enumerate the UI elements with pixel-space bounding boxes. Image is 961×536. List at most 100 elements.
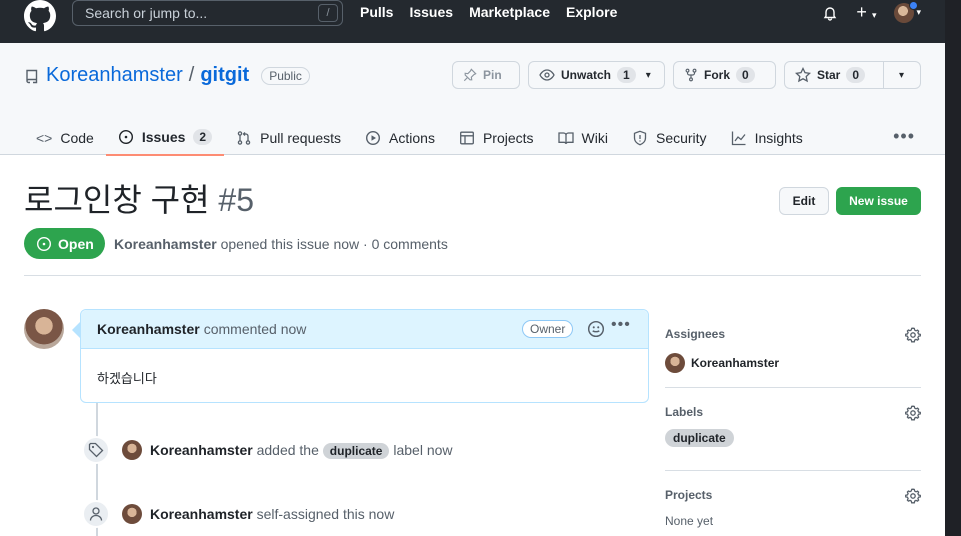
star-button[interactable]: Star 0 ▾: [784, 61, 921, 89]
label-chip[interactable]: duplicate: [322, 443, 390, 459]
nav-pulls[interactable]: Pulls: [360, 4, 393, 20]
repo-name-link[interactable]: gitgit: [200, 64, 249, 87]
star-label: Star: [817, 68, 841, 82]
sidebar-divider: [665, 470, 921, 471]
search-shortcut-key: /: [318, 4, 338, 22]
tab-actions[interactable]: Actions: [353, 120, 447, 156]
fork-label: Fork: [704, 68, 731, 82]
sidebar-labels: Labels duplicate: [665, 405, 921, 447]
unwatch-label: Unwatch: [561, 68, 612, 82]
tag-icon: [82, 436, 110, 464]
assignee-item[interactable]: Koreanhamster: [665, 353, 921, 373]
gear-icon[interactable]: [905, 327, 921, 343]
issue-opened-icon: [118, 129, 133, 145]
repo-tabs: <> Code Issues 2 Pull requests Actions P…: [24, 120, 815, 156]
avatar: [665, 353, 685, 373]
avatar[interactable]: [24, 309, 64, 349]
comment-body: 하겠습니다: [97, 371, 157, 386]
edit-button[interactable]: Edit: [779, 187, 829, 215]
issue-opened-icon: [36, 236, 52, 251]
issue-title: 로그인창 구현 #5: [24, 180, 254, 220]
comment-action: commented now: [203, 321, 307, 337]
tab-label: Security: [655, 130, 707, 146]
smiley-icon[interactable]: [587, 320, 605, 338]
avatar[interactable]: [122, 440, 142, 460]
github-logo-icon[interactable]: [24, 0, 56, 32]
tab-wiki[interactable]: Wiki: [546, 120, 620, 156]
repo-separator: /: [188, 64, 195, 86]
search-input[interactable]: Search or jump to... /: [72, 0, 343, 26]
fork-count: 0: [736, 67, 755, 83]
gear-icon[interactable]: [905, 488, 921, 504]
issues-count: 2: [193, 129, 213, 145]
search-placeholder: Search or jump to...: [85, 5, 208, 21]
projects-value: None yet: [665, 514, 714, 528]
window-edge: [945, 0, 961, 536]
tab-label: Wiki: [581, 130, 608, 146]
new-issue-button[interactable]: New issue: [836, 187, 921, 215]
play-icon: [366, 130, 381, 146]
label-chip[interactable]: duplicate: [665, 429, 734, 447]
caret-down-icon: ▾: [871, 10, 877, 20]
tab-label: Actions: [389, 130, 435, 146]
comment-box: Koreanhamster commented now Owner ••• 하겠…: [80, 309, 649, 403]
nav-explore[interactable]: Explore: [566, 4, 617, 20]
header-actions: + ▾ ▾: [822, 0, 921, 23]
comment-caret: [72, 322, 80, 338]
pin-icon: [463, 68, 477, 82]
avatar[interactable]: [122, 504, 142, 524]
watch-count: 1: [617, 67, 636, 83]
fork-button[interactable]: Fork 0: [673, 61, 776, 89]
kebab-horizontal-icon[interactable]: •••: [611, 316, 631, 334]
tab-code[interactable]: <> Code: [24, 120, 106, 156]
caret-down-icon: ▾: [916, 7, 921, 17]
plus-icon: +: [856, 2, 867, 22]
eye-icon: [539, 69, 555, 81]
table-icon: [460, 131, 474, 145]
event-author-link[interactable]: Koreanhamster: [150, 506, 253, 522]
book-icon: [557, 132, 574, 145]
issue-number: #5: [218, 182, 255, 218]
timeline-event-assigned: Koreanhamster self-assigned this now: [82, 500, 394, 528]
star-count: 0: [846, 67, 866, 83]
sidebar-title: Labels: [665, 405, 704, 419]
nav-issues[interactable]: Issues: [409, 4, 453, 20]
issue-author-link[interactable]: Koreanhamster: [114, 236, 217, 252]
issue-meta-text: opened this issue now · 0 comments: [220, 236, 448, 252]
global-header: Search or jump to... / Pulls Issues Mark…: [0, 0, 945, 43]
event-author-link[interactable]: Koreanhamster: [150, 442, 253, 458]
user-menu-button[interactable]: ▾: [894, 0, 921, 23]
issue-title-text: 로그인창 구현: [24, 182, 210, 218]
tab-security[interactable]: Security: [620, 120, 719, 156]
event-text: self-assigned this now: [256, 506, 395, 522]
sidebar-assignees: Assignees Koreanhamster: [665, 327, 921, 373]
repo-owner-link[interactable]: Koreanhamster: [46, 64, 183, 87]
tab-projects[interactable]: Projects: [447, 120, 546, 156]
caret-down-icon[interactable]: ▾: [899, 70, 904, 81]
visibility-badge: Public: [261, 66, 310, 85]
state-badge-open: Open: [24, 228, 105, 259]
caret-down-icon: ▾: [645, 69, 651, 81]
tab-pull-requests[interactable]: Pull requests: [224, 120, 353, 156]
bell-icon[interactable]: [822, 5, 838, 21]
graph-icon: [731, 131, 746, 146]
owner-badge: Owner: [522, 320, 574, 338]
tab-issues[interactable]: Issues 2: [105, 120, 225, 156]
pin-button[interactable]: Pin: [452, 61, 520, 89]
star-icon: [795, 67, 811, 83]
issue-meta: Koreanhamster opened this issue now · 0 …: [114, 236, 448, 252]
event-text: label now: [393, 442, 453, 458]
create-new-button[interactable]: + ▾: [856, 2, 876, 23]
kebab-horizontal-icon[interactable]: •••: [893, 126, 915, 147]
person-icon: [82, 500, 110, 528]
timeline-event-labeled: Koreanhamster added the duplicate label …: [82, 436, 453, 464]
comment-author-link[interactable]: Koreanhamster: [97, 321, 200, 337]
state-label: Open: [58, 235, 94, 252]
nav-marketplace[interactable]: Marketplace: [469, 4, 550, 20]
fork-icon: [685, 68, 697, 82]
sidebar-projects: Projects None yet: [665, 488, 921, 528]
unwatch-button[interactable]: Unwatch 1 ▾: [528, 61, 665, 89]
gear-icon[interactable]: [905, 405, 921, 421]
star-dropdown-divider: [883, 62, 884, 88]
tab-insights[interactable]: Insights: [719, 120, 815, 156]
